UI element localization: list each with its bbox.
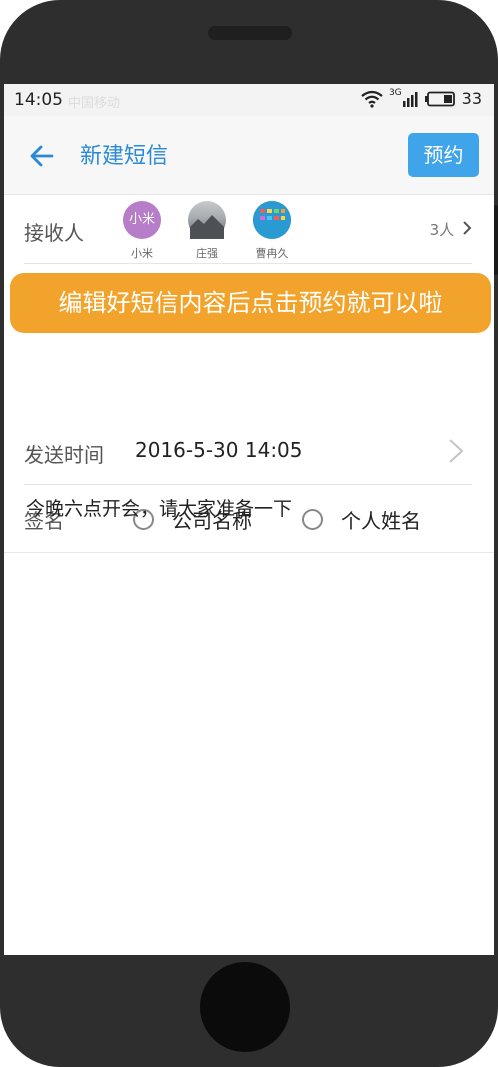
divider (24, 263, 472, 264)
recipient-count[interactable]: 3人 (430, 219, 472, 240)
landscape-photo-icon (190, 215, 224, 239)
send-time-label: 发送时间 (24, 443, 104, 467)
battery-level: 33 (461, 89, 482, 108)
avatar-text: 小米 (128, 212, 155, 227)
message-body[interactable]: 今晚六点开会，请大家准备一下 (26, 494, 292, 521)
tip-banner: 编辑好短信内容后点击预约就可以啦 (10, 273, 491, 333)
phone-frame: 14:05 中国移动 3G 33 新建短信 预约 接收人 小米 小米 庄强 曹冉… (0, 0, 498, 1067)
divider (24, 484, 472, 485)
back-arrow-icon[interactable] (28, 142, 56, 170)
avatar[interactable]: 小米 (123, 201, 161, 239)
title-bar: 新建短信 预约 (4, 116, 494, 195)
speaker (208, 26, 292, 40)
screen: 14:05 中国移动 3G 33 新建短信 预约 接收人 小米 小米 庄强 曹冉… (4, 84, 494, 955)
send-time-value: 2016-5-30 14:05 (135, 438, 303, 462)
avatar[interactable] (188, 201, 226, 239)
app-grid-photo-icon (253, 201, 291, 239)
radio-personal-name[interactable] (302, 509, 323, 530)
avatar[interactable] (253, 201, 291, 239)
book-button[interactable]: 预约 (408, 133, 479, 177)
signal-icon (402, 91, 418, 107)
side-button (494, 205, 498, 275)
status-time: 14:05 (14, 90, 63, 110)
recipients-label: 接收人 (24, 221, 84, 245)
send-time-row[interactable]: 发送时间 2016-5-30 14:05 (4, 418, 494, 484)
home-button[interactable] (200, 962, 290, 1052)
recipient-name: 小米 (131, 247, 153, 260)
status-carrier: 中国移动 (68, 96, 121, 111)
chevron-right-icon (463, 221, 472, 235)
recipients-row[interactable]: 接收人 小米 小米 庄强 曹冉久 3人 (4, 195, 494, 263)
wifi-icon (361, 90, 383, 108)
status-bar: 14:05 中国移动 3G 33 (4, 84, 494, 116)
recipient-name: 曹冉久 (255, 247, 289, 260)
chevron-right-icon (449, 439, 464, 463)
network-type: 3G (388, 87, 402, 98)
recipient-name: 庄强 (196, 247, 218, 260)
battery-icon (424, 91, 455, 106)
page-title: 新建短信 (80, 144, 169, 169)
radio-personal-name-label[interactable]: 个人姓名 (341, 505, 421, 534)
recipient-count-label: 3人 (429, 221, 455, 239)
status-icons: 3G 33 (361, 87, 482, 108)
